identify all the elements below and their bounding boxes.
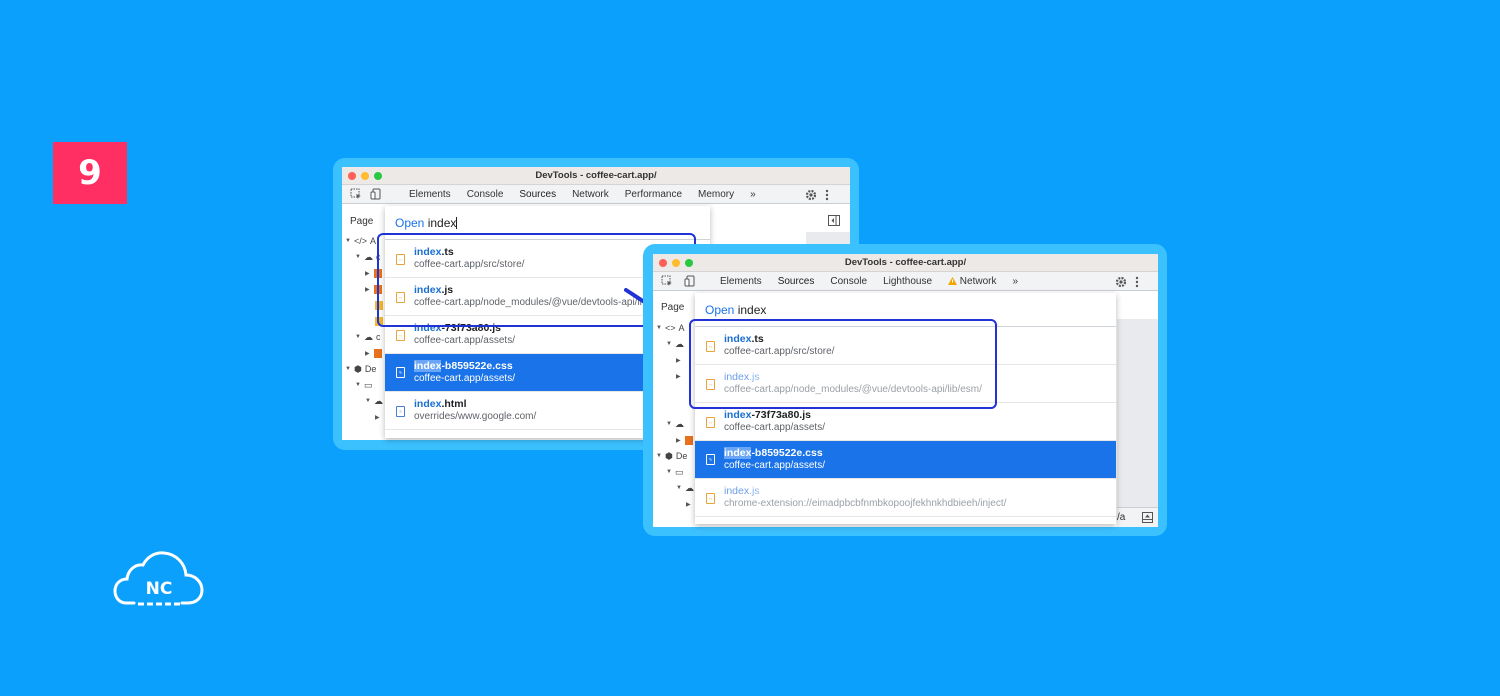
cloud-icon: ☁ [675,418,684,429]
window1-toolbar: Elements Console Sources Network Perform… [342,185,850,204]
warning-triangle-icon [948,277,958,285]
script-file-icon: ‹› [396,330,405,341]
kebab-menu-icon[interactable] [1135,276,1139,288]
window2-title: DevTools - coffee-cart.app/ [844,257,967,268]
tab-elements[interactable]: Elements [712,276,770,287]
zoom-window-button[interactable] [685,259,693,267]
inspect-element-icon[interactable] [350,188,362,200]
close-window-button[interactable] [348,172,356,180]
script-file-icon: ‹› [706,417,715,428]
cube-icon: ⬢ [665,450,673,461]
window2-toolbar: Elements Sources Console Lighthouse Netw… [653,272,1158,291]
tree-row[interactable]: ▶ [345,345,383,361]
gear-icon[interactable] [1115,276,1127,288]
step-number-badge: 9 [53,142,127,204]
inspect-element-icon[interactable] [661,275,673,287]
page-side-tab[interactable]: Page [661,302,684,313]
nc-cloud-logo: NC [112,548,206,612]
toggle-debugger-icon[interactable] [828,215,840,226]
tab-console[interactable]: Console [459,189,512,200]
minimize-window-button[interactable] [672,259,680,267]
code-icon: <> [665,323,676,333]
status-text: /a [1117,512,1126,523]
cloud-icon: ☁ [364,251,373,262]
tab-lighthouse[interactable]: Lighthouse [875,276,940,287]
tab-elements[interactable]: Elements [401,189,459,200]
tree-row[interactable]: ▼ ☁ [345,393,383,409]
stylesheet-file-icon: ✎ [706,454,715,465]
logo-text: NC [146,579,173,599]
window2-titlebar: DevTools - coffee-cart.app/ [653,254,1158,272]
cloud-icon: ☁ [374,395,383,406]
tree-row[interactable]: ▼ ☁ c [345,329,383,345]
result-index-js-extension[interactable]: ‹› index.js chrome-extension://eimadpbcb… [695,479,1116,517]
tree-row[interactable]: ▼ ☁ [656,480,694,496]
frame-icon: ▭ [364,379,373,390]
result-index-b859522e-css[interactable]: ✎ index-b859522e.css coffee-cart.app/ass… [695,441,1116,479]
gear-icon[interactable] [805,189,817,201]
tab-console[interactable]: Console [822,276,875,287]
code-icon: </> [354,236,368,246]
window2-status-bar: /a [1117,507,1158,527]
window1-titlebar: DevTools - coffee-cart.app/ [342,167,850,185]
toggle-drawer-icon[interactable] [1142,512,1153,523]
device-toggle-icon[interactable] [684,275,696,287]
cloud-icon: ☁ [675,338,684,349]
more-tabs-icon[interactable]: » [1004,276,1026,287]
minimize-window-button[interactable] [361,172,369,180]
tree-row[interactable]: ▼ ☁ [656,416,694,432]
tree-row[interactable]: ▶ [345,409,383,425]
frame-icon: ▭ [675,466,684,477]
tree-row[interactable]: ▼ ⬢ De [656,448,694,464]
folder-icon [685,435,693,445]
more-tabs-icon[interactable]: » [742,189,764,200]
stylesheet-file-icon: ✎ [396,367,405,378]
tree-row[interactable]: ▼ ▭ [345,377,383,393]
tree-row[interactable]: ▶ [656,496,694,512]
tab-memory[interactable]: Memory [690,189,742,200]
device-toggle-icon[interactable] [370,188,382,200]
kebab-menu-icon[interactable] [825,189,829,201]
tree-row[interactable]: ▼ ⬢ De [345,361,383,377]
script-file-icon: ‹› [706,493,715,504]
tab-network[interactable]: Network [564,189,617,200]
tree-row[interactable]: ▼ ▭ [656,464,694,480]
cloud-icon: NC [113,551,204,606]
cloud-icon: ☁ [364,331,373,342]
tab-performance[interactable]: Performance [617,189,690,200]
folder-icon [374,348,382,358]
window2-right-pane [1117,319,1158,507]
cloud-icon: ☁ [685,482,694,493]
tab-network[interactable]: Network [940,276,1004,287]
window1-panel-tabs: Elements Console Sources Network Perform… [401,185,764,204]
tab-sources[interactable]: Sources [770,276,823,287]
tree-row[interactable]: ▶ [656,432,694,448]
document-file-icon: ≡ [396,406,405,417]
zoom-window-button[interactable] [374,172,382,180]
cube-icon: ⬢ [354,363,362,374]
window1-title: DevTools - coffee-cart.app/ [535,170,657,181]
page-side-tab[interactable]: Page [350,216,373,227]
text-cursor [456,217,458,229]
tab-sources[interactable]: Sources [511,189,564,200]
window2-highlight-box [689,319,997,409]
window2-panel-tabs: Elements Sources Console Lighthouse Netw… [712,272,1026,291]
close-window-button[interactable] [659,259,667,267]
